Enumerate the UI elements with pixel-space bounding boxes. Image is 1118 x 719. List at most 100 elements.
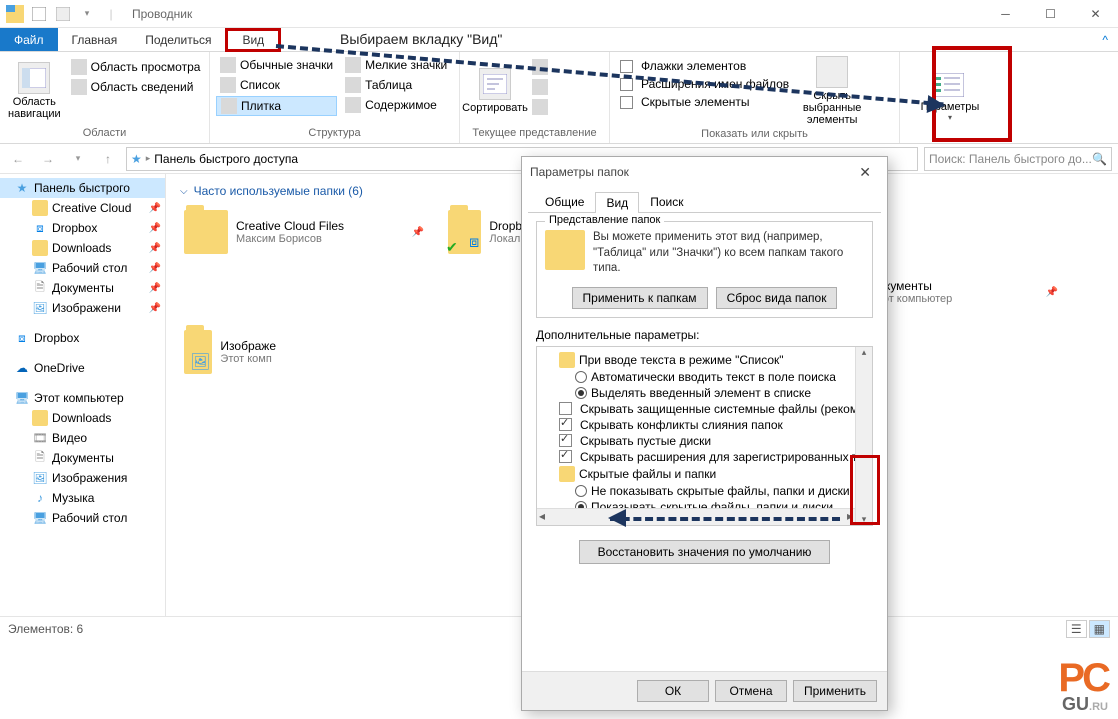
dialog-tab-general[interactable]: Общие [534, 191, 595, 212]
preview-pane-icon [71, 59, 87, 75]
tab-home[interactable]: Главная [58, 28, 132, 51]
maximize-button[interactable]: ☐ [1028, 0, 1073, 28]
reset-folders-button[interactable]: Сброс вида папок [716, 287, 838, 309]
sidebar-item-onedrive[interactable]: ☁OneDrive [0, 358, 165, 378]
size-columns-button[interactable] [528, 98, 552, 116]
layout-tile[interactable]: Плитка [216, 96, 337, 116]
sidebar-item-creative[interactable]: Creative Cloud📌 [0, 198, 165, 218]
cancel-button[interactable]: Отмена [715, 680, 787, 702]
opt-hide-empty[interactable]: Скрывать пустые диски [539, 433, 870, 449]
opt-list-mode: При вводе текста в режиме "Список" [539, 351, 870, 369]
sidebar-item-pc-music[interactable]: ♪Музыка [0, 488, 165, 508]
folder-icon [184, 210, 228, 254]
star-icon: ★ [14, 180, 30, 196]
tiles-view-icon[interactable]: ▦ [1089, 620, 1110, 638]
folder-icon: ✔⧈ [448, 210, 481, 254]
back-button[interactable]: ← [6, 147, 30, 171]
dialog-titlebar[interactable]: Параметры папок ✕ [522, 157, 887, 187]
layout-list[interactable]: Список [216, 76, 337, 94]
checkbox-icon [620, 60, 633, 73]
hide-selected-button[interactable]: Скрыть выбранные элементы [797, 54, 867, 128]
search-input[interactable]: Поиск: Панель быстрого до... 🔍 [924, 147, 1112, 171]
tab-file[interactable]: Файл [0, 28, 58, 51]
dialog-close-button[interactable]: ✕ [851, 160, 879, 185]
details-view-icon[interactable]: ☰ [1066, 620, 1087, 638]
up-button[interactable]: ↑ [96, 147, 120, 171]
advanced-options-list[interactable]: При вводе текста в режиме "Список" Автом… [536, 346, 873, 526]
group-panes-label: Области [6, 127, 203, 141]
group-by-button[interactable] [528, 58, 552, 76]
add-columns-button[interactable] [528, 78, 552, 96]
layout-content[interactable]: Содержимое [341, 96, 451, 114]
folder-card[interactable]: Creative Cloud FilesМаксим Борисов 📌 [180, 206, 428, 258]
details-pane-button[interactable]: Область сведений [67, 78, 205, 96]
breadcrumb[interactable]: Панель быстрого доступа [154, 152, 298, 166]
pin-icon: 📌 [1046, 287, 1058, 298]
hidden-items-toggle[interactable]: Скрытые элементы [616, 94, 793, 110]
folder-icon [559, 352, 575, 368]
layout-normal[interactable]: Обычные значки [216, 56, 337, 74]
opt-hide-ext[interactable]: Скрывать расширения для зарегистрированн… [539, 449, 870, 465]
checkbox-icon [559, 450, 572, 463]
tab-view[interactable]: Вид [225, 28, 281, 52]
sort-button[interactable]: Сортировать [466, 54, 524, 127]
group-current-label: Текущее представление [466, 127, 603, 141]
opt-hide-conflicts[interactable]: Скрывать конфликты слияния папок [539, 417, 870, 433]
video-icon: 🎞 [32, 430, 48, 446]
nav-pane-button[interactable]: Область навигации [6, 54, 63, 127]
qat-dropdown-icon[interactable]: ▾ [76, 3, 98, 25]
preview-pane-button[interactable]: Область просмотра [67, 58, 205, 76]
scrollbar[interactable]: ▴ ▾ [855, 347, 872, 525]
folder-icon [32, 200, 48, 216]
sidebar-item-pc-images[interactable]: 🖼Изображения [0, 468, 165, 488]
dialog-tab-view[interactable]: Вид [595, 192, 639, 213]
opt-no-show-hidden[interactable]: Не показывать скрытые файлы, папки и дис… [539, 483, 870, 499]
scroll-left-icon[interactable]: ◂ [539, 509, 545, 525]
pin-icon: 📌 [149, 223, 161, 234]
ribbon-collapse-icon[interactable]: ^ [1092, 28, 1118, 51]
sidebar-item-downloads[interactable]: Downloads📌 [0, 238, 165, 258]
sidebar-item-pc-desktop[interactable]: 🖥Рабочий стол [0, 508, 165, 528]
sidebar-item-dropbox[interactable]: ⧈Dropbox📌 [0, 218, 165, 238]
apply-button[interactable]: Применить [793, 680, 877, 702]
minimize-button[interactable]: ─ [983, 0, 1028, 28]
folder-card[interactable]: 🖼 ИзображеЭтот комп [180, 326, 280, 378]
folder-icon [32, 410, 48, 426]
window-title: Проводник [132, 7, 192, 21]
folder-views-icon [545, 230, 585, 270]
forward-button[interactable]: → [36, 147, 60, 171]
hide-selected-icon [816, 56, 848, 88]
sidebar-item-pc-video[interactable]: 🎞Видео [0, 428, 165, 448]
sidebar-item-desktop[interactable]: 🖥Рабочий стол📌 [0, 258, 165, 278]
qat-properties-icon[interactable] [28, 3, 50, 25]
sidebar-item-thispc[interactable]: 🖥Этот компьютер [0, 388, 165, 408]
dialog-tab-search[interactable]: Поиск [639, 191, 694, 212]
close-button[interactable]: ✕ [1073, 0, 1118, 28]
item-checkboxes-toggle[interactable]: Флажки элементов [616, 58, 793, 74]
sidebar-item-pc-downloads[interactable]: Downloads [0, 408, 165, 428]
recent-button[interactable]: ▾ [66, 147, 90, 171]
sidebar-item-documents[interactable]: 🗎Документы📌 [0, 278, 165, 298]
apply-to-folders-button[interactable]: Применить к папкам [572, 287, 708, 309]
checkbox-icon [559, 418, 572, 431]
scroll-right-icon[interactable]: ▸ [847, 509, 853, 525]
pin-icon: 📌 [149, 283, 161, 294]
opt-auto-search[interactable]: Автоматически вводить текст в поле поиск… [539, 369, 870, 385]
radio-icon [575, 485, 587, 497]
ok-button[interactable]: ОК [637, 680, 709, 702]
sidebar-item-quick[interactable]: ★Панель быстрого [0, 178, 165, 198]
file-extensions-toggle[interactable]: Расширения имен файлов [616, 76, 793, 92]
tab-share[interactable]: Поделиться [131, 28, 225, 51]
layout-table[interactable]: Таблица [341, 76, 451, 94]
opt-hide-protected[interactable]: Скрывать защищенные системные файлы (рек… [539, 401, 870, 417]
sidebar-item-images[interactable]: 🖼Изображени📌 [0, 298, 165, 318]
pc-icon: 🖥 [14, 390, 30, 406]
ribbon-tabs: Файл Главная Поделиться Вид Выбираем вкл… [0, 28, 1118, 52]
opt-select-item[interactable]: Выделять введенный элемент в списке [539, 385, 870, 401]
restore-defaults-button[interactable]: Восстановить значения по умолчанию [579, 540, 831, 564]
options-button[interactable]: Параметры ▾ [912, 54, 988, 141]
qat-new-icon[interactable] [52, 3, 74, 25]
layout-small[interactable]: Мелкие значки [341, 56, 451, 74]
sidebar-item-dropbox-root[interactable]: ⧈Dropbox [0, 328, 165, 348]
sidebar-item-pc-documents[interactable]: 🗎Документы [0, 448, 165, 468]
